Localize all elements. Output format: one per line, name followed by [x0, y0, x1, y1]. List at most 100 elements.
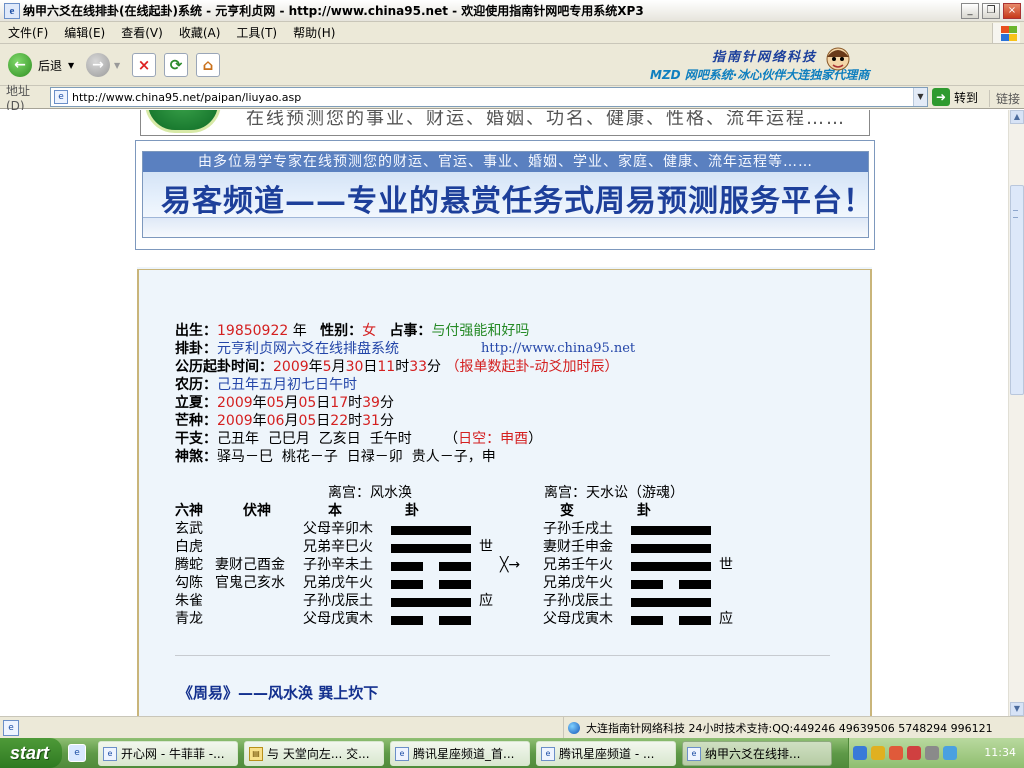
title-bar[interactable]: e 纳甲六爻在线排卦(在线起卦)系统 - 元亨利贞网 - http://www.…	[0, 0, 1024, 22]
home-button[interactable]: ⌂	[196, 52, 220, 78]
gender-label: 性别：	[320, 323, 363, 339]
bian-yao-line	[631, 562, 711, 571]
unit-minute: 分	[427, 359, 442, 375]
scroll-up-icon[interactable]: ▲	[1010, 110, 1024, 124]
unit-year: 年	[252, 395, 267, 411]
menu-file[interactable]: 文件(F)	[0, 24, 56, 41]
col-gua: 卦	[405, 503, 419, 519]
top-banner-text: 在线预测您的事业、财运、婚姻、功名、健康、性格、流年运程……	[246, 110, 846, 129]
unit-day: 日	[316, 395, 331, 411]
minimize-button[interactable]: _	[961, 2, 979, 19]
top-banner[interactable]: 在线预测您的事业、财运、婚姻、功名、健康、性格、流年运程……	[140, 110, 870, 136]
kong-open: （	[444, 431, 459, 447]
unit-minute: 分	[379, 395, 394, 411]
lixia-month: 05	[266, 395, 285, 411]
globe-icon	[568, 721, 580, 734]
time-day: 30	[345, 359, 364, 375]
left-palace: 离宫：风水涣	[328, 485, 412, 501]
lixia-day: 05	[298, 395, 317, 411]
bian-shiying-mark: 世	[719, 557, 733, 573]
scroll-down-icon[interactable]: ▼	[1010, 702, 1024, 716]
bian-yao-name: 妻财壬申金	[543, 539, 613, 555]
mz-day: 05	[298, 413, 317, 429]
ben-shiying-mark: 世	[479, 539, 493, 555]
info-row-ganzhi: 干支：己丑年 己巳月 乙亥日 壬午时 （日空：申酉）	[175, 430, 542, 448]
task-item-5[interactable]: e 纳甲六爻在线排...	[682, 741, 832, 766]
task-item-3[interactable]: e 腾讯星座频道_首...	[390, 741, 530, 766]
status-message: 大连指南针网络科技 24小时技术支持:QQ:449246 49639506 57…	[563, 717, 993, 738]
start-button[interactable]: start	[0, 738, 62, 768]
volume-icon[interactable]	[925, 746, 939, 760]
task-label: 腾讯星座频道 - ...	[559, 747, 655, 761]
ben-yao-line	[391, 616, 471, 625]
refresh-button[interactable]: ⟳	[164, 52, 188, 78]
zhouyi-heading: 《周易》——风水涣 巽上坎下	[178, 684, 379, 702]
ganzhi-value: 己丑年 己巳月 乙亥日 壬午时	[217, 431, 412, 447]
ben-yao-name: 兄弟辛巳火	[303, 539, 373, 555]
ben-shiying-mark: 应	[479, 593, 493, 609]
unit-minute: 分	[379, 413, 394, 429]
unit-day: 日	[316, 413, 331, 429]
col-bian: 变	[560, 503, 574, 519]
quicklaunch-ie-icon[interactable]: e	[68, 744, 86, 762]
menu-view[interactable]: 查看(V)	[113, 24, 171, 41]
back-button[interactable]: ← 后退 ▼	[8, 52, 74, 78]
address-label: 地址(D)	[6, 83, 31, 113]
close-button[interactable]: ×	[1003, 2, 1021, 19]
go-label: 转到	[954, 90, 979, 105]
menu-help[interactable]: 帮助(H)	[285, 24, 343, 41]
site-link[interactable]: http://www.china95.net	[481, 340, 635, 358]
bian-yao-line	[631, 544, 711, 553]
address-url[interactable]: http://www.china95.net/paipan/liuyao.asp	[72, 91, 913, 104]
network-icon[interactable]	[853, 746, 867, 760]
bian-shiying-mark: 应	[719, 611, 733, 627]
menu-favorites[interactable]: 收藏(A)	[171, 24, 229, 41]
task-item-2[interactable]: ▤ 与 天堂向左... 交...	[244, 741, 384, 766]
pen-icon[interactable]	[871, 746, 885, 760]
menu-edit[interactable]: 编辑(E)	[56, 24, 113, 41]
lixia-minute: 39	[362, 395, 380, 411]
bian-yao-line	[631, 598, 711, 607]
unit-hour: 时	[348, 413, 363, 429]
kong-value: 日空：申酉	[458, 431, 529, 447]
go-arrow-icon: ➜	[932, 88, 950, 106]
back-dropdown-icon[interactable]: ▼	[68, 61, 74, 70]
ganzhi-label: 干支：	[175, 431, 217, 447]
menu-bar: 文件(F) 编辑(E) 查看(V) 收藏(A) 工具(T) 帮助(H)	[0, 22, 1024, 44]
ben-yao-name: 子孙辛未土	[303, 557, 373, 573]
time-note: （报单数起卦-动爻加时辰）	[445, 359, 619, 375]
address-input[interactable]: e http://www.china95.net/paipan/liuyao.a…	[50, 87, 928, 107]
task-item-4[interactable]: e 腾讯星座频道 - ...	[536, 741, 676, 766]
ie-task-icon: e	[395, 746, 409, 761]
lixia-label: 立夏：	[175, 395, 217, 411]
links-button[interactable]: 链接	[988, 90, 1020, 107]
yike-channel-banner[interactable]: 由多位易学专家在线预测您的财运、官运、事业、婚姻、学业、家庭、健康、流年运程等……	[142, 151, 869, 238]
stop-button[interactable]: ×	[132, 52, 156, 78]
ie-task-icon: e	[541, 746, 555, 761]
task-label: 开心网 - 牛菲菲 -...	[121, 747, 225, 761]
unit-year: 年	[308, 359, 323, 375]
bian-yao-name: 兄弟戊午火	[543, 575, 613, 591]
go-button[interactable]: ➜ 转到	[932, 88, 978, 106]
menu-tools[interactable]: 工具(T)	[228, 24, 285, 41]
system-tray: 11:34	[848, 738, 1024, 768]
clock: 11:34	[984, 746, 1016, 759]
forward-button[interactable]: → ▼	[86, 52, 120, 78]
info-row-mangzhong: 芒种：2009年06月05日22时31分	[175, 412, 394, 430]
address-dropdown-icon[interactable]: ▼	[913, 88, 927, 106]
antivirus-icon[interactable]	[907, 746, 921, 760]
unit-year: 年	[252, 413, 267, 429]
qq-icon[interactable]	[889, 746, 903, 760]
forward-dropdown-icon[interactable]: ▼	[114, 61, 120, 70]
brand-line-1: 指南针网络科技	[712, 50, 818, 65]
lunar-label: 农历：	[175, 377, 217, 393]
vertical-scrollbar[interactable]: ▲ ▼	[1008, 110, 1024, 716]
restore-button[interactable]: ❐	[982, 2, 1000, 19]
page-icon: e	[54, 90, 68, 104]
monitor-icon[interactable]	[943, 746, 957, 760]
col-ben: 本	[328, 503, 342, 519]
unit-day: 日	[363, 359, 378, 375]
bian-yao-line	[631, 580, 711, 589]
taskbar: start e e 开心网 - 牛菲菲 -... ▤ 与 天堂向左... 交... …	[0, 738, 1024, 768]
task-item-1[interactable]: e 开心网 - 牛菲菲 -...	[98, 741, 238, 766]
